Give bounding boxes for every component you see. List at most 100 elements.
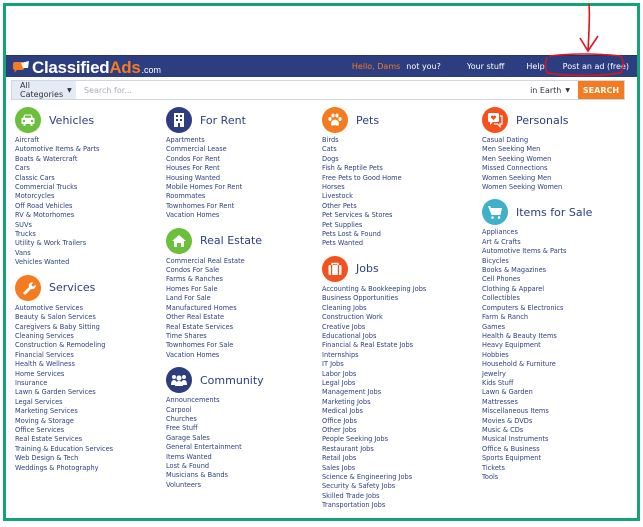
category-link[interactable]: Retail Jobs (322, 454, 426, 463)
category-link[interactable]: Marketing Services (15, 407, 113, 416)
not-you-link[interactable]: not you? (406, 62, 441, 71)
category-link[interactable]: Office Jobs (322, 417, 426, 426)
category-link[interactable]: Missed Connections (482, 164, 592, 173)
category-link[interactable]: Dogs (322, 155, 426, 164)
category-link[interactable]: Security & Safety Jobs (322, 482, 426, 491)
category-link[interactable]: Women Seeking Women (482, 183, 592, 192)
category-link[interactable]: Transportation Jobs (322, 501, 426, 510)
category-link[interactable]: Office Services (15, 426, 113, 435)
category-link[interactable]: Aircraft (15, 136, 113, 145)
category-link[interactable]: Caregivers & Baby Sitting (15, 323, 113, 332)
category-link[interactable]: Kids Stuff (482, 379, 592, 388)
category-link[interactable]: Insurance (15, 379, 113, 388)
category-link[interactable]: Educational Jobs (322, 332, 426, 341)
category-link[interactable]: Classic Cars (15, 174, 113, 183)
category-link[interactable]: Motorcycles (15, 192, 113, 201)
category-link[interactable]: RV & Motorhomes (15, 211, 113, 220)
category-link[interactable]: Birds (322, 136, 426, 145)
category-link[interactable]: Housing Wanted (166, 174, 264, 183)
category-link[interactable]: Office & Business (482, 445, 592, 454)
category-link[interactable]: Carpool (166, 406, 264, 415)
site-logo[interactable]: ClassifiedAds .com (12, 57, 161, 77)
help-link[interactable]: Help (526, 62, 544, 71)
category-link[interactable]: Health & Wellness (15, 360, 113, 369)
category-link[interactable]: Training & Education Services (15, 445, 113, 454)
category-link[interactable]: Bicycles (482, 257, 592, 266)
category-link[interactable]: Announcements (166, 396, 264, 405)
category-link[interactable]: Horses (322, 183, 426, 192)
category-title[interactable]: Pets (356, 114, 379, 127)
category-link[interactable]: Women Seeking Men (482, 174, 592, 183)
category-link[interactable]: Business Opportunities (322, 294, 426, 303)
category-link[interactable]: Homes For Sale (166, 285, 264, 294)
category-link[interactable]: Pet Supplies (322, 221, 426, 230)
category-link[interactable]: Pet Services & Stores (322, 211, 426, 220)
category-link[interactable]: SUVs (15, 221, 113, 230)
category-link[interactable]: Vacation Homes (166, 211, 264, 220)
category-header[interactable]: Pets (322, 106, 426, 134)
category-link[interactable]: Cleaning Jobs (322, 304, 426, 313)
category-link[interactable]: Automotive Items & Parts (482, 247, 592, 256)
category-link[interactable]: Real Estate Services (15, 435, 113, 444)
category-header[interactable]: Community (166, 366, 264, 394)
category-link[interactable]: Free Stuff (166, 424, 264, 433)
category-link[interactable]: Construction Work (322, 313, 426, 322)
category-link[interactable]: Other Real Estate (166, 313, 264, 322)
category-link[interactable]: Cell Phones (482, 275, 592, 284)
category-link[interactable]: Utility & Work Trailers (15, 239, 113, 248)
category-link[interactable]: Books & Magazines (482, 266, 592, 275)
category-title[interactable]: Jobs (356, 262, 379, 275)
category-link[interactable]: Mattresses (482, 398, 592, 407)
category-link[interactable]: General Entertainment (166, 443, 264, 452)
category-link[interactable]: Tickets (482, 464, 592, 473)
category-link[interactable]: Manufactured Homes (166, 304, 264, 313)
category-link[interactable]: Off Road Vehicles (15, 202, 113, 211)
category-header[interactable]: Vehicles (15, 106, 113, 134)
category-link[interactable]: Marketing Jobs (322, 398, 426, 407)
category-link[interactable]: Condos For Rent (166, 155, 264, 164)
category-link[interactable]: Movies & DVDs (482, 417, 592, 426)
category-link[interactable]: Real Estate Services (166, 323, 264, 332)
category-link[interactable]: Commercial Lease (166, 145, 264, 154)
category-link[interactable]: Free Pets to Good Home (322, 174, 426, 183)
category-link[interactable]: Musicians & Bands (166, 471, 264, 480)
category-link[interactable]: Pets Wanted (322, 239, 426, 248)
category-link[interactable]: Skilled Trade Jobs (322, 492, 426, 501)
category-link[interactable]: Automotive Items & Parts (15, 145, 113, 154)
category-title[interactable]: Personals (516, 114, 569, 127)
category-link[interactable]: Garage Sales (166, 434, 264, 443)
location-dropdown[interactable]: in Earth ▼ (530, 86, 570, 95)
category-link[interactable]: Construction & Remodeling (15, 341, 113, 350)
category-link[interactable]: Hobbies (482, 351, 592, 360)
category-link[interactable]: Games (482, 323, 592, 332)
category-title[interactable]: Services (49, 281, 95, 294)
category-title[interactable]: For Rent (200, 114, 246, 127)
category-link[interactable]: Other Jobs (322, 426, 426, 435)
category-link[interactable]: Vehicles Wanted (15, 258, 113, 267)
category-link[interactable]: Cats (322, 145, 426, 154)
category-link[interactable]: Fish & Reptile Pets (322, 164, 426, 173)
category-header[interactable]: Items for Sale (482, 198, 592, 226)
category-title[interactable]: Items for Sale (516, 206, 592, 219)
category-link[interactable]: Livestock (322, 192, 426, 201)
category-link[interactable]: Health & Beauty Items (482, 332, 592, 341)
category-link[interactable]: Financial Services (15, 351, 113, 360)
category-link[interactable]: Science & Engineering Jobs (322, 473, 426, 482)
category-link[interactable]: Restaurant Jobs (322, 445, 426, 454)
category-link[interactable]: Automotive Services (15, 304, 113, 313)
category-link[interactable]: Casual Dating (482, 136, 592, 145)
category-link[interactable]: Vans (15, 249, 113, 258)
category-link[interactable]: Roommates (166, 192, 264, 201)
category-link[interactable]: Townhomes For Sale (166, 341, 264, 350)
category-link[interactable]: Other Pets (322, 202, 426, 211)
category-header[interactable]: For Rent (166, 106, 264, 134)
category-link[interactable]: Collectibles (482, 294, 592, 303)
category-link[interactable]: IT Jobs (322, 360, 426, 369)
category-header[interactable]: Personals (482, 106, 592, 134)
category-link[interactable]: Lawn & Garden (482, 388, 592, 397)
category-link[interactable]: Accounting & Bookkeeping Jobs (322, 285, 426, 294)
category-link[interactable]: Beauty & Salon Services (15, 313, 113, 322)
category-link[interactable]: Churches (166, 415, 264, 424)
category-link[interactable]: Labor Jobs (322, 370, 426, 379)
category-link[interactable]: Commercial Trucks (15, 183, 113, 192)
